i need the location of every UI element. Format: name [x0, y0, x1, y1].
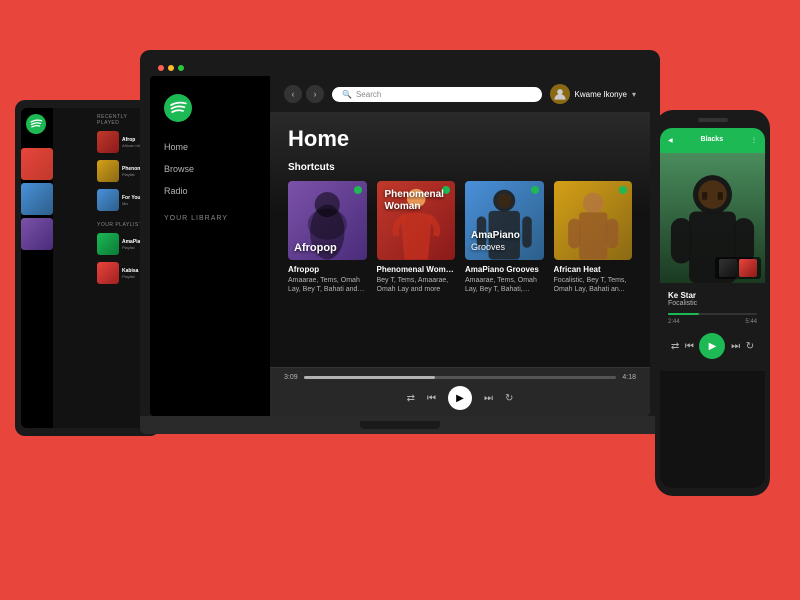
- traffic-lights: [150, 60, 650, 76]
- card-name-amapiano: AmaPiano Grooves: [465, 265, 544, 274]
- sidebar-item-browse[interactable]: Browse: [150, 159, 270, 179]
- shortcuts-label: Shortcuts: [288, 162, 632, 173]
- minimize-dot[interactable]: [168, 65, 174, 71]
- shuffle-button[interactable]: ⇄: [407, 393, 415, 404]
- phone-shuffle[interactable]: ⇄: [671, 341, 679, 352]
- phone-controls: ⇄ ⏮ ▶ ⏭ ↻: [668, 333, 757, 359]
- play-button[interactable]: ▶: [448, 386, 472, 410]
- card-desc-afropop: Amaarae, Tems, Omah Lay, Bey T, Bahati a…: [288, 276, 367, 294]
- card-name-african: African Heat: [554, 265, 633, 274]
- progress-container: 3:09 4:18: [284, 374, 636, 381]
- phone-time-total: 5:44: [745, 319, 757, 325]
- sidebar-item-radio[interactable]: Radio: [150, 181, 270, 201]
- phone-next[interactable]: ⏭: [731, 341, 740, 352]
- cover-label-woman: PhenomenalWoman: [385, 189, 444, 254]
- search-icon: 🔍: [342, 90, 352, 99]
- phone-play[interactable]: ▶: [699, 333, 725, 359]
- time-total: 4:18: [622, 374, 636, 381]
- cover-african: [554, 181, 633, 260]
- phone-screen: ◀ Blacks ⋮: [660, 128, 765, 488]
- next-button[interactable]: ⏭: [484, 393, 493, 404]
- tablet-device: Recently played Afrop African hit Phen: [15, 100, 160, 436]
- laptop-screen: Home Browse Radio YOUR LIBRARY ‹ › 🔍 Sea…: [150, 76, 650, 416]
- card-name-woman: Phenomenal Woman: [377, 265, 456, 274]
- cover-woman: PhenomenalWoman: [377, 181, 456, 260]
- fullscreen-dot[interactable]: [178, 65, 184, 71]
- time-current: 3:09: [284, 374, 298, 381]
- page-title: Home: [288, 126, 632, 152]
- now-playing-cover: [660, 153, 765, 283]
- cover-afropop: Afropop: [288, 181, 367, 260]
- search-bar[interactable]: 🔍 Search: [332, 87, 542, 102]
- phone-progress-fill: [668, 313, 699, 315]
- card-desc-woman: Bey T, Tems, Amaarae, Omah Lay and more: [377, 276, 456, 294]
- close-dot[interactable]: [158, 65, 164, 71]
- prev-button[interactable]: ⏮: [427, 393, 436, 404]
- back-button[interactable]: ‹: [284, 85, 302, 103]
- cover-amapiano: AmaPianoGrooves: [465, 181, 544, 260]
- card-amapiano[interactable]: AmaPianoGrooves AmaPiano Grooves Amaarae…: [465, 181, 544, 294]
- phone-time-current: 2:44: [668, 319, 680, 325]
- card-woman[interactable]: PhenomenalWoman Phenomenal Woman Bey T, …: [377, 181, 456, 294]
- cover-label-afropop: Afropop: [294, 242, 337, 254]
- laptop-notch: [360, 421, 440, 429]
- phone-device: ◀ Blacks ⋮: [655, 110, 770, 496]
- phone-time: 2:44 5:44: [668, 319, 757, 325]
- user-area[interactable]: Kwame Ikonye ▾: [550, 84, 636, 104]
- phone-prev[interactable]: ⏮: [685, 341, 694, 352]
- laptop-base: [140, 416, 660, 434]
- tablet-sidebar: [21, 108, 53, 428]
- card-african[interactable]: African Heat Focalistic, Bey T, Tems, Om…: [554, 181, 633, 294]
- sidebar: Home Browse Radio YOUR LIBRARY: [150, 76, 270, 416]
- phone-artist: Focalistic: [668, 300, 757, 307]
- sidebar-item-home[interactable]: Home: [150, 137, 270, 157]
- phone-progress[interactable]: [668, 313, 757, 315]
- chevron-down-icon: ▾: [632, 90, 636, 99]
- tablet-screen: Recently played Afrop African hit Phen: [21, 108, 154, 428]
- phone-header-label: Blacks: [701, 136, 724, 143]
- main-content: ‹ › 🔍 Search Kwame Ikonye ▾: [270, 76, 650, 416]
- content-area: Home Shortcuts: [270, 112, 650, 367]
- card-desc-amapiano: Amaarae, Tems, Omah Lay, Bey T, Bahati, …: [465, 276, 544, 294]
- search-placeholder: Search: [356, 90, 381, 99]
- phone-repeat[interactable]: ↻: [746, 341, 754, 352]
- phone-song-title: Ke Star: [668, 291, 757, 300]
- cover-label-amapiano: AmaPianoGrooves: [471, 230, 520, 254]
- phone-player-info: Ke Star Focalistic 2:44 5:44 ⇄ ⏮ ▶ ⏭ ↻: [660, 283, 765, 371]
- shortcuts-grid: Afropop Afropop Amaarae, Tems, Omah Lay,…: [288, 181, 632, 294]
- sidebar-library-label: YOUR LIBRARY: [150, 203, 270, 226]
- avatar: [550, 84, 570, 104]
- progress-track[interactable]: [304, 376, 617, 379]
- player-controls: ⇄ ⏮ ▶ ⏭ ↻: [284, 386, 636, 410]
- forward-button[interactable]: ›: [306, 85, 324, 103]
- user-name: Kwame Ikonye: [575, 90, 627, 99]
- card-desc-african: Focalistic, Bey T, Tems, Omah Lay, Bahat…: [554, 276, 633, 294]
- topbar: ‹ › 🔍 Search Kwame Ikonye ▾: [270, 76, 650, 112]
- phone-header: ◀ Blacks ⋮: [660, 128, 765, 153]
- nav-buttons: ‹ ›: [284, 85, 324, 103]
- progress-fill: [304, 376, 435, 379]
- card-name-afropop: Afropop: [288, 265, 367, 274]
- card-afropop[interactable]: Afropop Afropop Amaarae, Tems, Omah Lay,…: [288, 181, 367, 294]
- repeat-button[interactable]: ↻: [505, 393, 513, 404]
- laptop-device: Home Browse Radio YOUR LIBRARY ‹ › 🔍 Sea…: [140, 50, 660, 434]
- sidebar-logo: [150, 88, 270, 135]
- player-bar: 3:09 4:18 ⇄ ⏮ ▶ ⏭ ↻: [270, 367, 650, 416]
